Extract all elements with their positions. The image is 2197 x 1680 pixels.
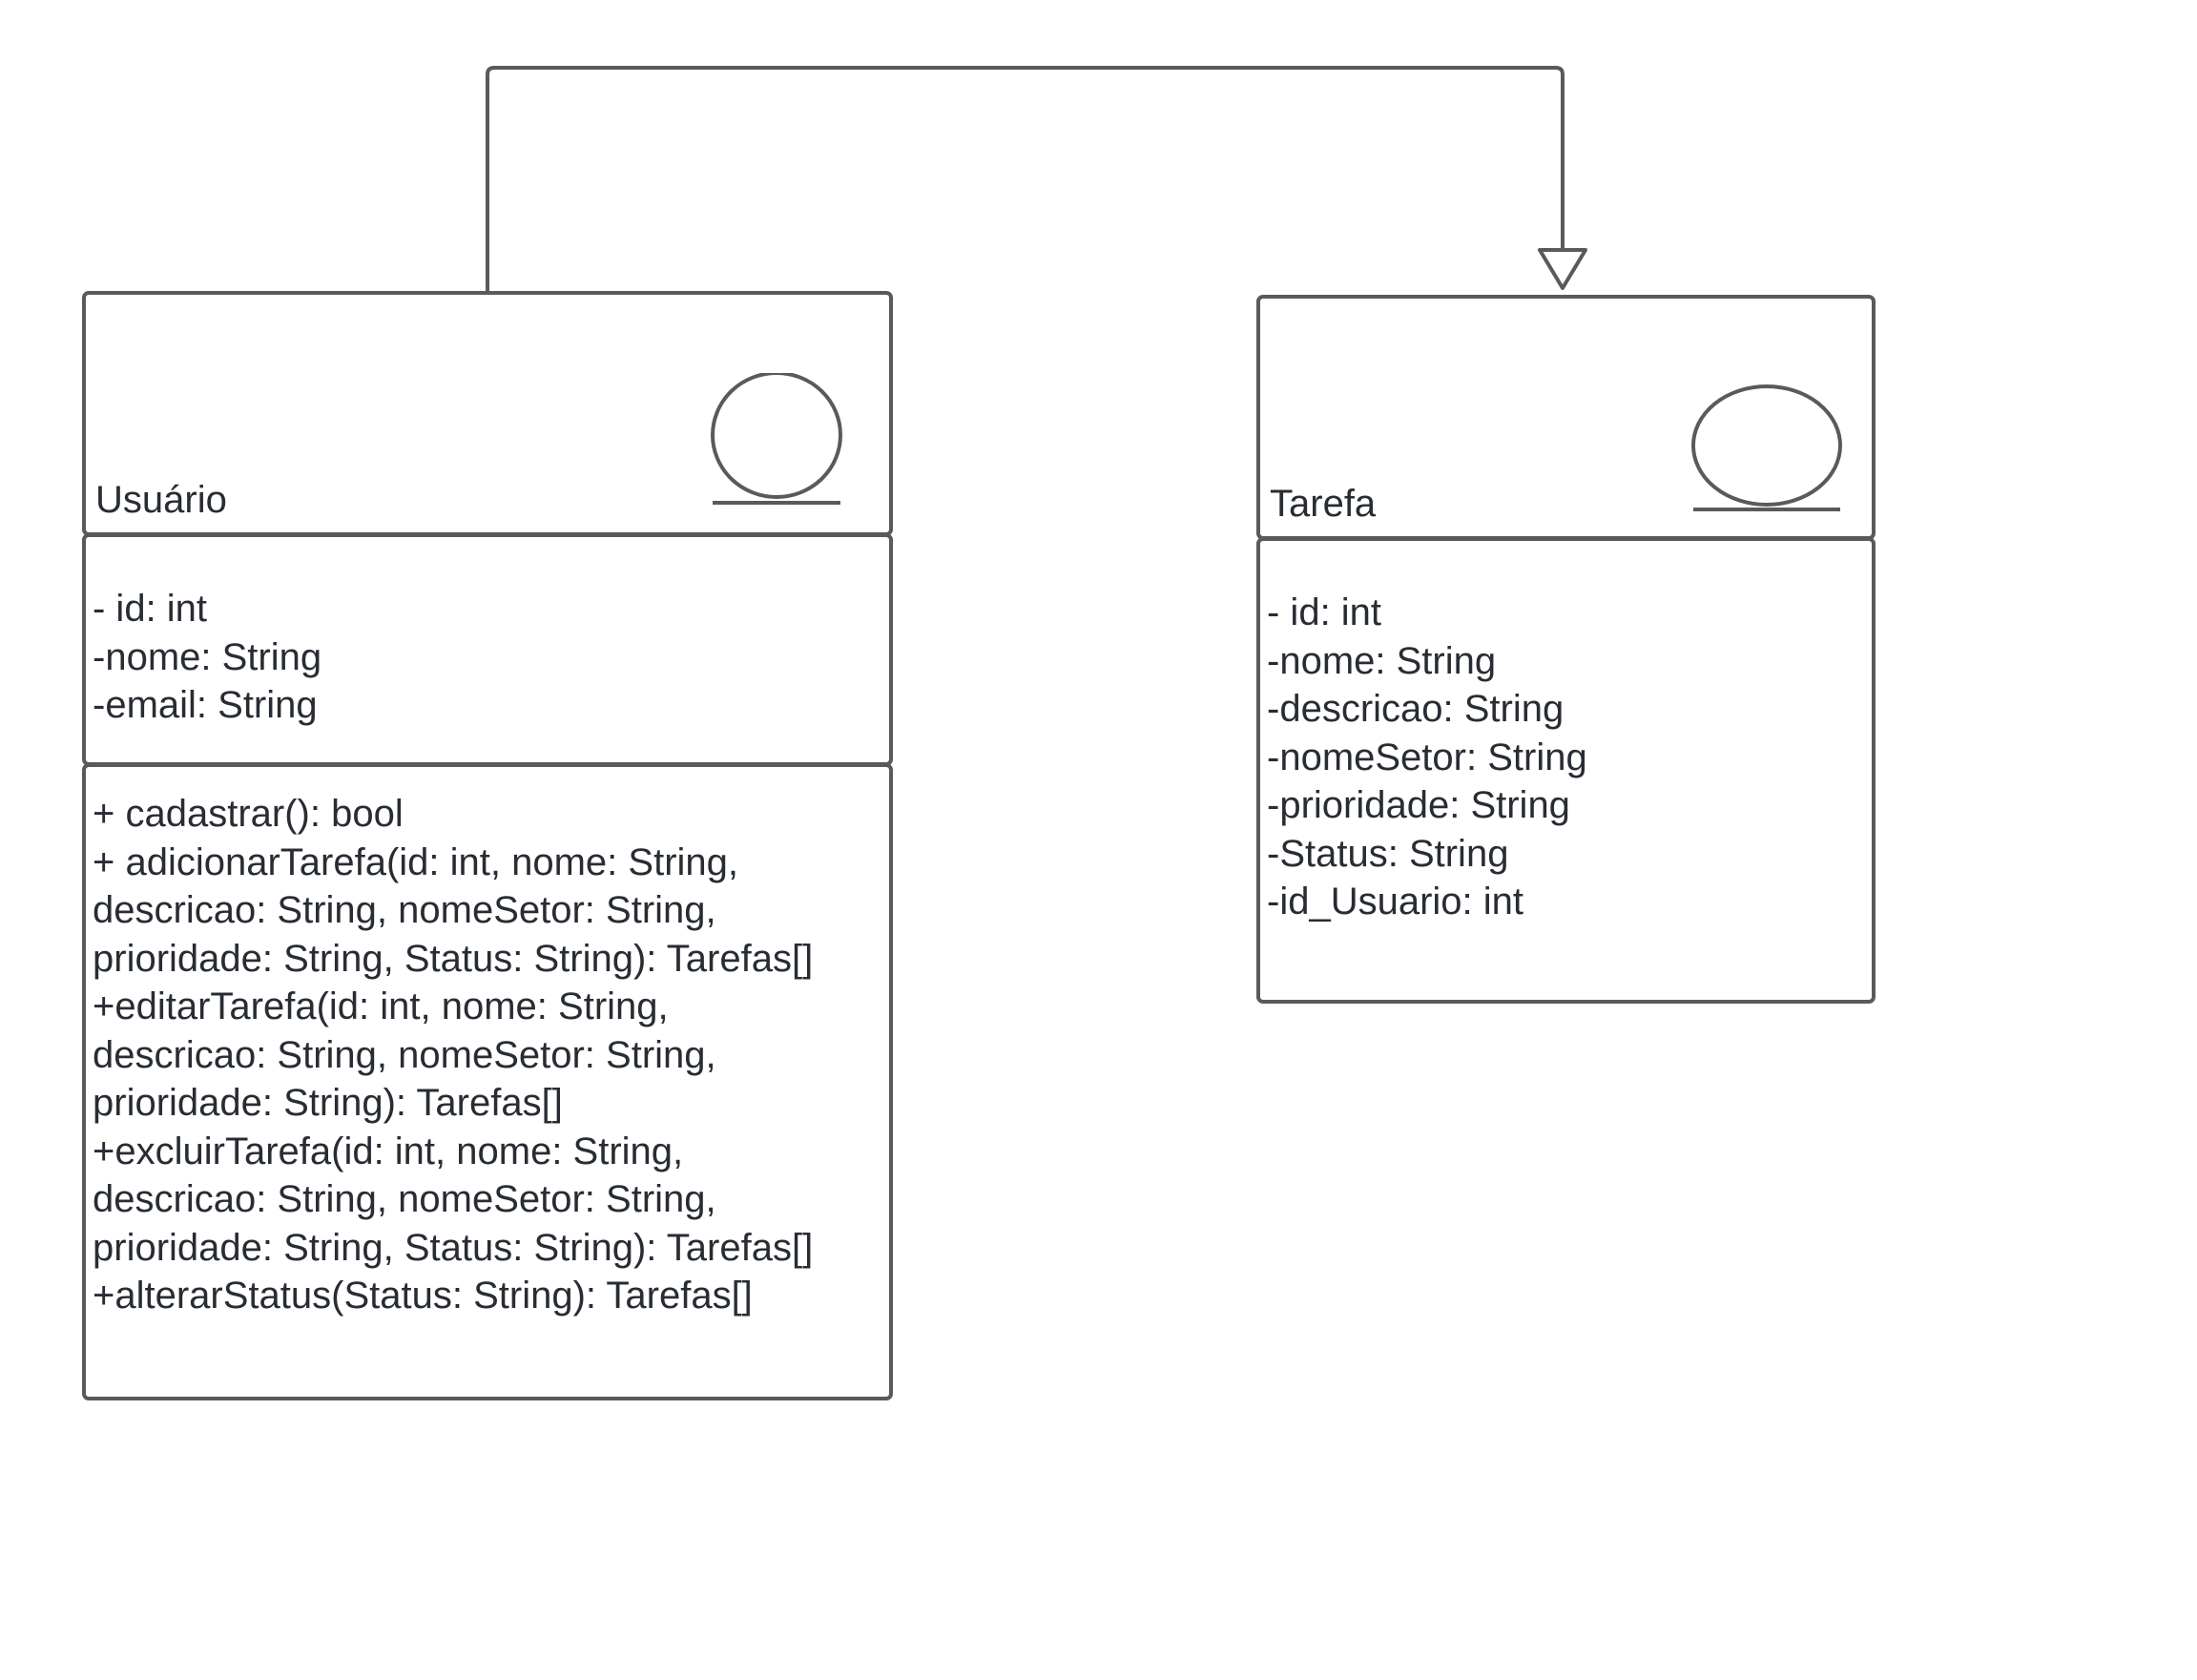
entity-icon [711,373,842,505]
method: + adicionarTarefa(id: int, nome: String, [93,840,739,883]
attribute: -id_Usuario: int [1267,881,1524,923]
method: +alterarStatus(Status: String): Tarefas[… [93,1275,753,1317]
entity-icon [1691,384,1842,511]
attribute: -Status: String [1267,832,1509,875]
class-name: Tarefa [1270,483,1377,525]
attribute: -nome: String [93,635,322,678]
class-header: Usuário [82,291,893,536]
methods-compartment: + cadastrar(): bool + adicionarTarefa(id… [82,763,893,1400]
method: +editarTarefa(id: int, nome: String, [93,985,669,1027]
attribute: -nomeSetor: String [1267,736,1587,778]
method: descricao: String, nomeSetor: String, [93,1178,716,1220]
connector-line [486,66,1565,292]
attribute: - id: int [1267,591,1382,633]
attributes-compartment: - id: int -nome: String -descricao: Stri… [1256,537,1876,1004]
method: + cadastrar(): bool [93,793,404,835]
class-name: Usuário [95,479,227,521]
method: prioridade: String, Status: String): Tar… [93,1226,814,1269]
attribute: -email: String [93,684,318,726]
method: prioridade: String): Tarefas[] [93,1082,563,1124]
class-header: Tarefa [1256,295,1876,540]
method: prioridade: String, Status: String): Tar… [93,937,814,980]
method: descricao: String, nomeSetor: String, [93,889,716,931]
method: +excluirTarefa(id: int, nome: String, [93,1130,684,1172]
attribute: -prioridade: String [1267,784,1570,826]
generalization-arrowhead-icon [1538,248,1587,290]
attributes-compartment: - id: int -nome: String -email: String [82,533,893,766]
attribute: -descricao: String [1267,688,1565,730]
method: descricao: String, nomeSetor: String, [93,1033,716,1076]
class-usuario[interactable]: Usuário - id: int -nome: String -email: … [82,291,893,1400]
attribute: - id: int [93,588,208,630]
class-tarefa[interactable]: Tarefa - id: int -nome: String -descrica… [1256,295,1876,1004]
attribute: -nome: String [1267,639,1497,682]
